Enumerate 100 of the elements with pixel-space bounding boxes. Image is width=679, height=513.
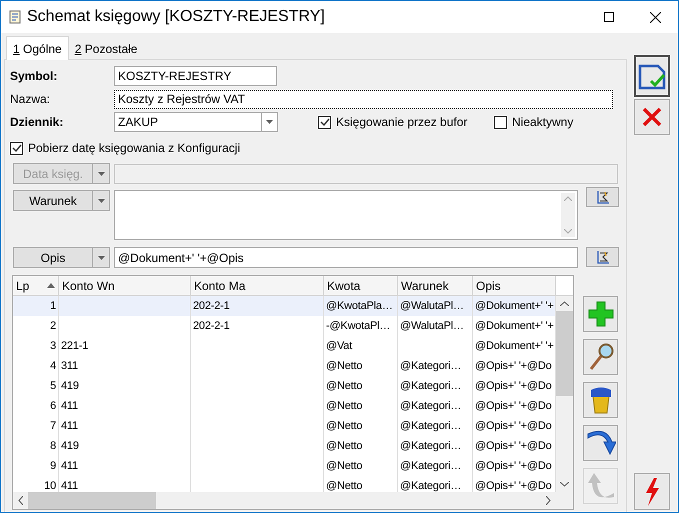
table-cell-text: 411 [61, 458, 78, 474]
table-cell-text: 7 [50, 418, 56, 434]
table-cell-text: @Netto [326, 438, 362, 454]
magnifier-icon [588, 343, 614, 371]
table-cell-text: 411 [61, 418, 78, 434]
table-cell-text: 1 [50, 298, 56, 314]
checkbox-label: Pobierz datę księgowania z Konfiguracji [28, 140, 240, 157]
lightning-icon [644, 478, 660, 506]
column-header[interactable]: Konto Ma [191, 276, 324, 295]
input-field[interactable]: Koszty z Rejestrów VAT [114, 90, 613, 108]
cancel-button[interactable] [634, 99, 670, 135]
expression-editor-button[interactable] [586, 246, 619, 266]
input-field[interactable]: @Dokument+' '+@Opis [114, 247, 578, 268]
checkbox-label: Księgowanie przez bufor [336, 114, 468, 131]
table-cell-text: @WalutaPl… [400, 318, 464, 334]
field-label: Nazwa: [10, 91, 52, 108]
table-cell-text: @Opis+' '+@Do [475, 378, 552, 394]
column-header[interactable]: Opis [473, 276, 556, 295]
checkbox-label: Nieaktywny [512, 114, 574, 131]
field-label: Dziennik: [10, 114, 64, 131]
curved-arrow-icon [586, 430, 616, 456]
table-cell-text: 3 [50, 338, 56, 354]
column-header[interactable]: Lp [13, 276, 59, 295]
caret-icon [98, 198, 104, 202]
table-cell-text: @Kategori… [400, 478, 462, 492]
table-cell-text: @Kategori… [400, 418, 462, 434]
table-cell-text: 10 [44, 478, 56, 492]
table-cell-text: 419 [61, 378, 79, 394]
table-cell-text: @Kategori… [400, 438, 462, 454]
table-cell-text: @Netto [326, 418, 362, 434]
scroll-thumb[interactable] [556, 311, 573, 396]
table-cell-text: 2 [50, 318, 56, 334]
input-field[interactable]: KOSZTY-REJESTRY [114, 66, 277, 86]
table-cell-text: @Netto [326, 398, 362, 414]
combo-box[interactable]: ZAKUP [114, 112, 278, 132]
save-button[interactable] [634, 55, 670, 97]
table-cell-text: 419 [61, 438, 79, 454]
caret-icon [98, 256, 104, 260]
expression-editor-button[interactable] [586, 187, 619, 207]
formula-icon [596, 250, 610, 264]
table-cell-text: @Netto [326, 358, 362, 374]
toolbar-button[interactable] [583, 425, 618, 461]
table-cell-text: @Kategori… [400, 458, 462, 474]
input-field[interactable] [114, 164, 618, 184]
scrollbar[interactable] [561, 193, 575, 237]
caret-icon [98, 172, 104, 176]
checkbox[interactable] [494, 116, 507, 128]
dropdown-button[interactable]: Opis [13, 247, 110, 268]
horizontal-scrollbar[interactable] [13, 492, 573, 509]
sort-arrow-icon [47, 283, 55, 288]
table-cell-text: 202-2-1 [193, 298, 230, 314]
lightning-button[interactable] [634, 473, 670, 510]
toolbar-button[interactable] [583, 339, 618, 375]
table-cell-text: 411 [61, 398, 78, 414]
close-icon [650, 12, 660, 22]
table-cell-text: @Netto [326, 478, 362, 492]
checkbox[interactable] [10, 142, 23, 154]
window-title: Schemat księgowy [KOSZTY-REJESTRY] [27, 7, 325, 27]
table-cell-text: @Opis+' '+@Do [475, 418, 552, 434]
table-cell-text: @Opis+' '+@Do [475, 438, 552, 454]
table-cell-text: 6 [50, 398, 56, 414]
plus-icon [588, 301, 614, 327]
formula-icon [596, 190, 610, 204]
table-cell-text: @WalutaPl… [400, 298, 464, 314]
tab[interactable]: 2 Pozostałe [68, 39, 144, 59]
table-cell-text: @Dokument+' '+ [475, 338, 554, 354]
table-cell-text: 202-2-1 [193, 318, 230, 334]
table-cell-text: 9 [50, 458, 56, 474]
toolbar-button[interactable] [583, 382, 618, 418]
table-cell-text: 5 [50, 378, 56, 394]
vertical-scrollbar[interactable] [556, 296, 573, 492]
table-cell-text: @Netto [326, 378, 362, 394]
table-cell-text: 311 [61, 358, 78, 374]
table-cell-text: @Dokument+' '+ [475, 298, 554, 314]
table-cell-text: 4 [50, 358, 56, 374]
table-cell-text: @Kategori… [400, 398, 462, 414]
toolbar-button[interactable] [583, 296, 618, 332]
close-icon [642, 107, 662, 127]
table-cell-text: @Opis+' '+@Do [475, 458, 552, 474]
table-cell-text: @KwotaPla… [326, 298, 393, 314]
caret-icon [266, 120, 273, 124]
tab[interactable]: 1 Ogólne [6, 36, 69, 60]
table-cell-text: 221-1 [61, 338, 88, 354]
table-row[interactable]: 1 202-2-1 @KwotaPla… @WalutaPl… @Dokument+' '+ [13, 296, 556, 316]
table-cell-text: 411 [61, 478, 78, 492]
scroll-thumb[interactable] [28, 492, 156, 509]
column-header[interactable]: Warunek [398, 276, 473, 295]
table-cell-text: @Netto [326, 458, 362, 474]
field-label: Symbol: [10, 68, 58, 85]
table-cell-text: @Vat [326, 338, 352, 354]
table-cell-text: @Kategori… [400, 358, 462, 374]
checkbox[interactable] [318, 116, 331, 128]
dropdown-button[interactable]: Warunek [13, 190, 110, 211]
table-cell-text: @Kategori… [400, 378, 462, 394]
column-header[interactable]: Konto Wn [59, 276, 191, 295]
trash-bin-icon [590, 386, 612, 414]
table-cell-text: -@KwotaPl… [326, 318, 390, 334]
table-cell-text: @Dokument+' '+ [475, 318, 554, 334]
table-cell-text: 8 [50, 438, 56, 454]
column-header[interactable]: Kwota [324, 276, 398, 295]
